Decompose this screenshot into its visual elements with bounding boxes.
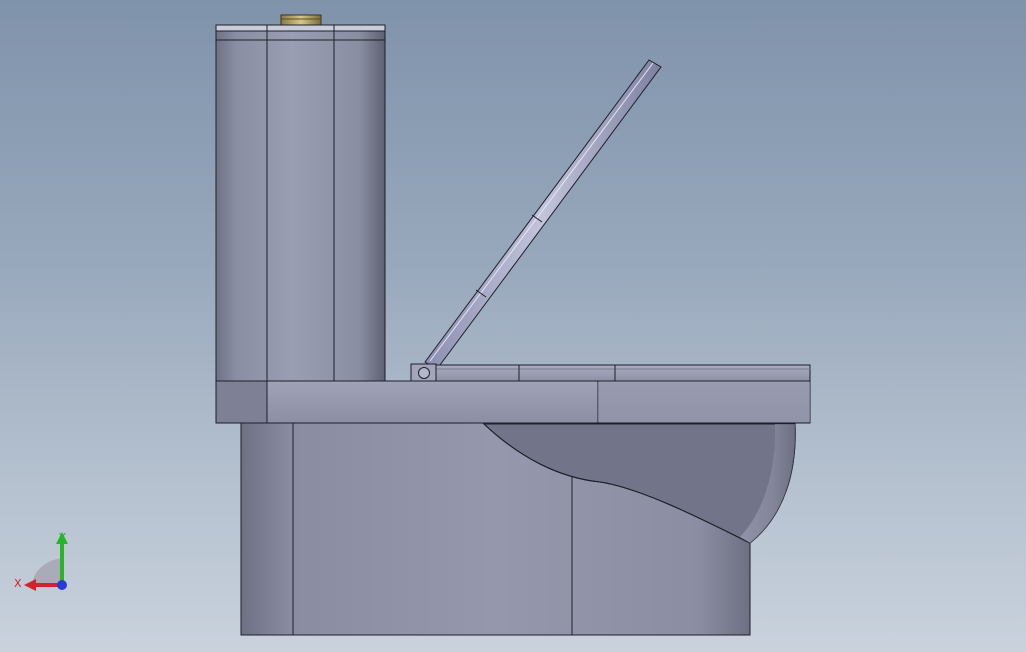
triad-quadrant: [32, 558, 62, 585]
cad-viewport[interactable]: Y X: [0, 0, 1026, 652]
flush-button[interactable]: [280, 14, 322, 27]
x-axis-arrow: [24, 579, 36, 591]
tank[interactable]: [215, 24, 386, 382]
seat[interactable]: [432, 364, 811, 383]
tank-base[interactable]: [215, 380, 811, 424]
seat-lid[interactable]: [424, 59, 662, 370]
y-axis-label: Y: [58, 531, 66, 544]
x-axis-label: X: [14, 577, 22, 590]
z-axis-dot: [57, 580, 67, 590]
toilet-model[interactable]: [0, 0, 1026, 652]
axis-triad: Y X: [14, 531, 68, 591]
hinge[interactable]: [410, 363, 437, 383]
